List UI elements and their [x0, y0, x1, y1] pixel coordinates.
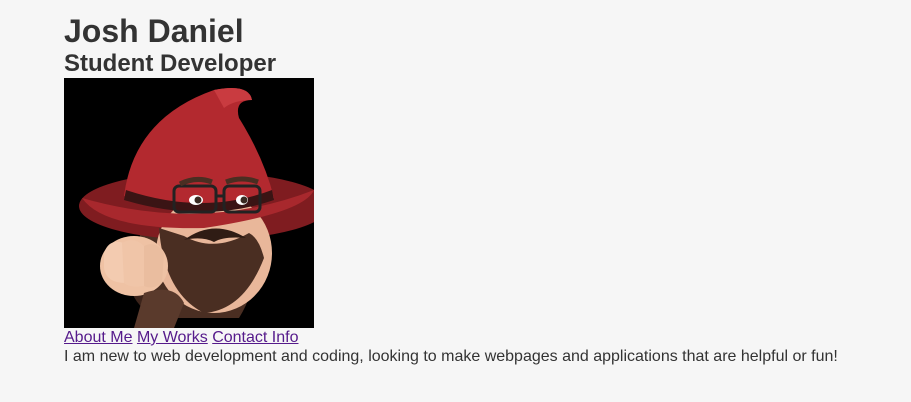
- profile-section: Josh Daniel Student Developer About Me M…: [64, 12, 838, 366]
- nav-link-about-me[interactable]: About Me: [64, 329, 132, 346]
- wizard-avatar-icon: [64, 78, 314, 328]
- page: Josh Daniel Student Developer About Me M…: [0, 0, 911, 402]
- nav-link-my-works[interactable]: My Works: [137, 329, 208, 346]
- bio-text: I am new to web development and coding, …: [64, 348, 838, 365]
- profile-title: Student Developer: [64, 50, 277, 77]
- avatar: [64, 78, 314, 328]
- main-nav: About Me My Works Contact Info: [64, 329, 838, 347]
- profile-name: Josh Daniel: [64, 13, 244, 49]
- nav-link-contact-info[interactable]: Contact Info: [212, 329, 298, 346]
